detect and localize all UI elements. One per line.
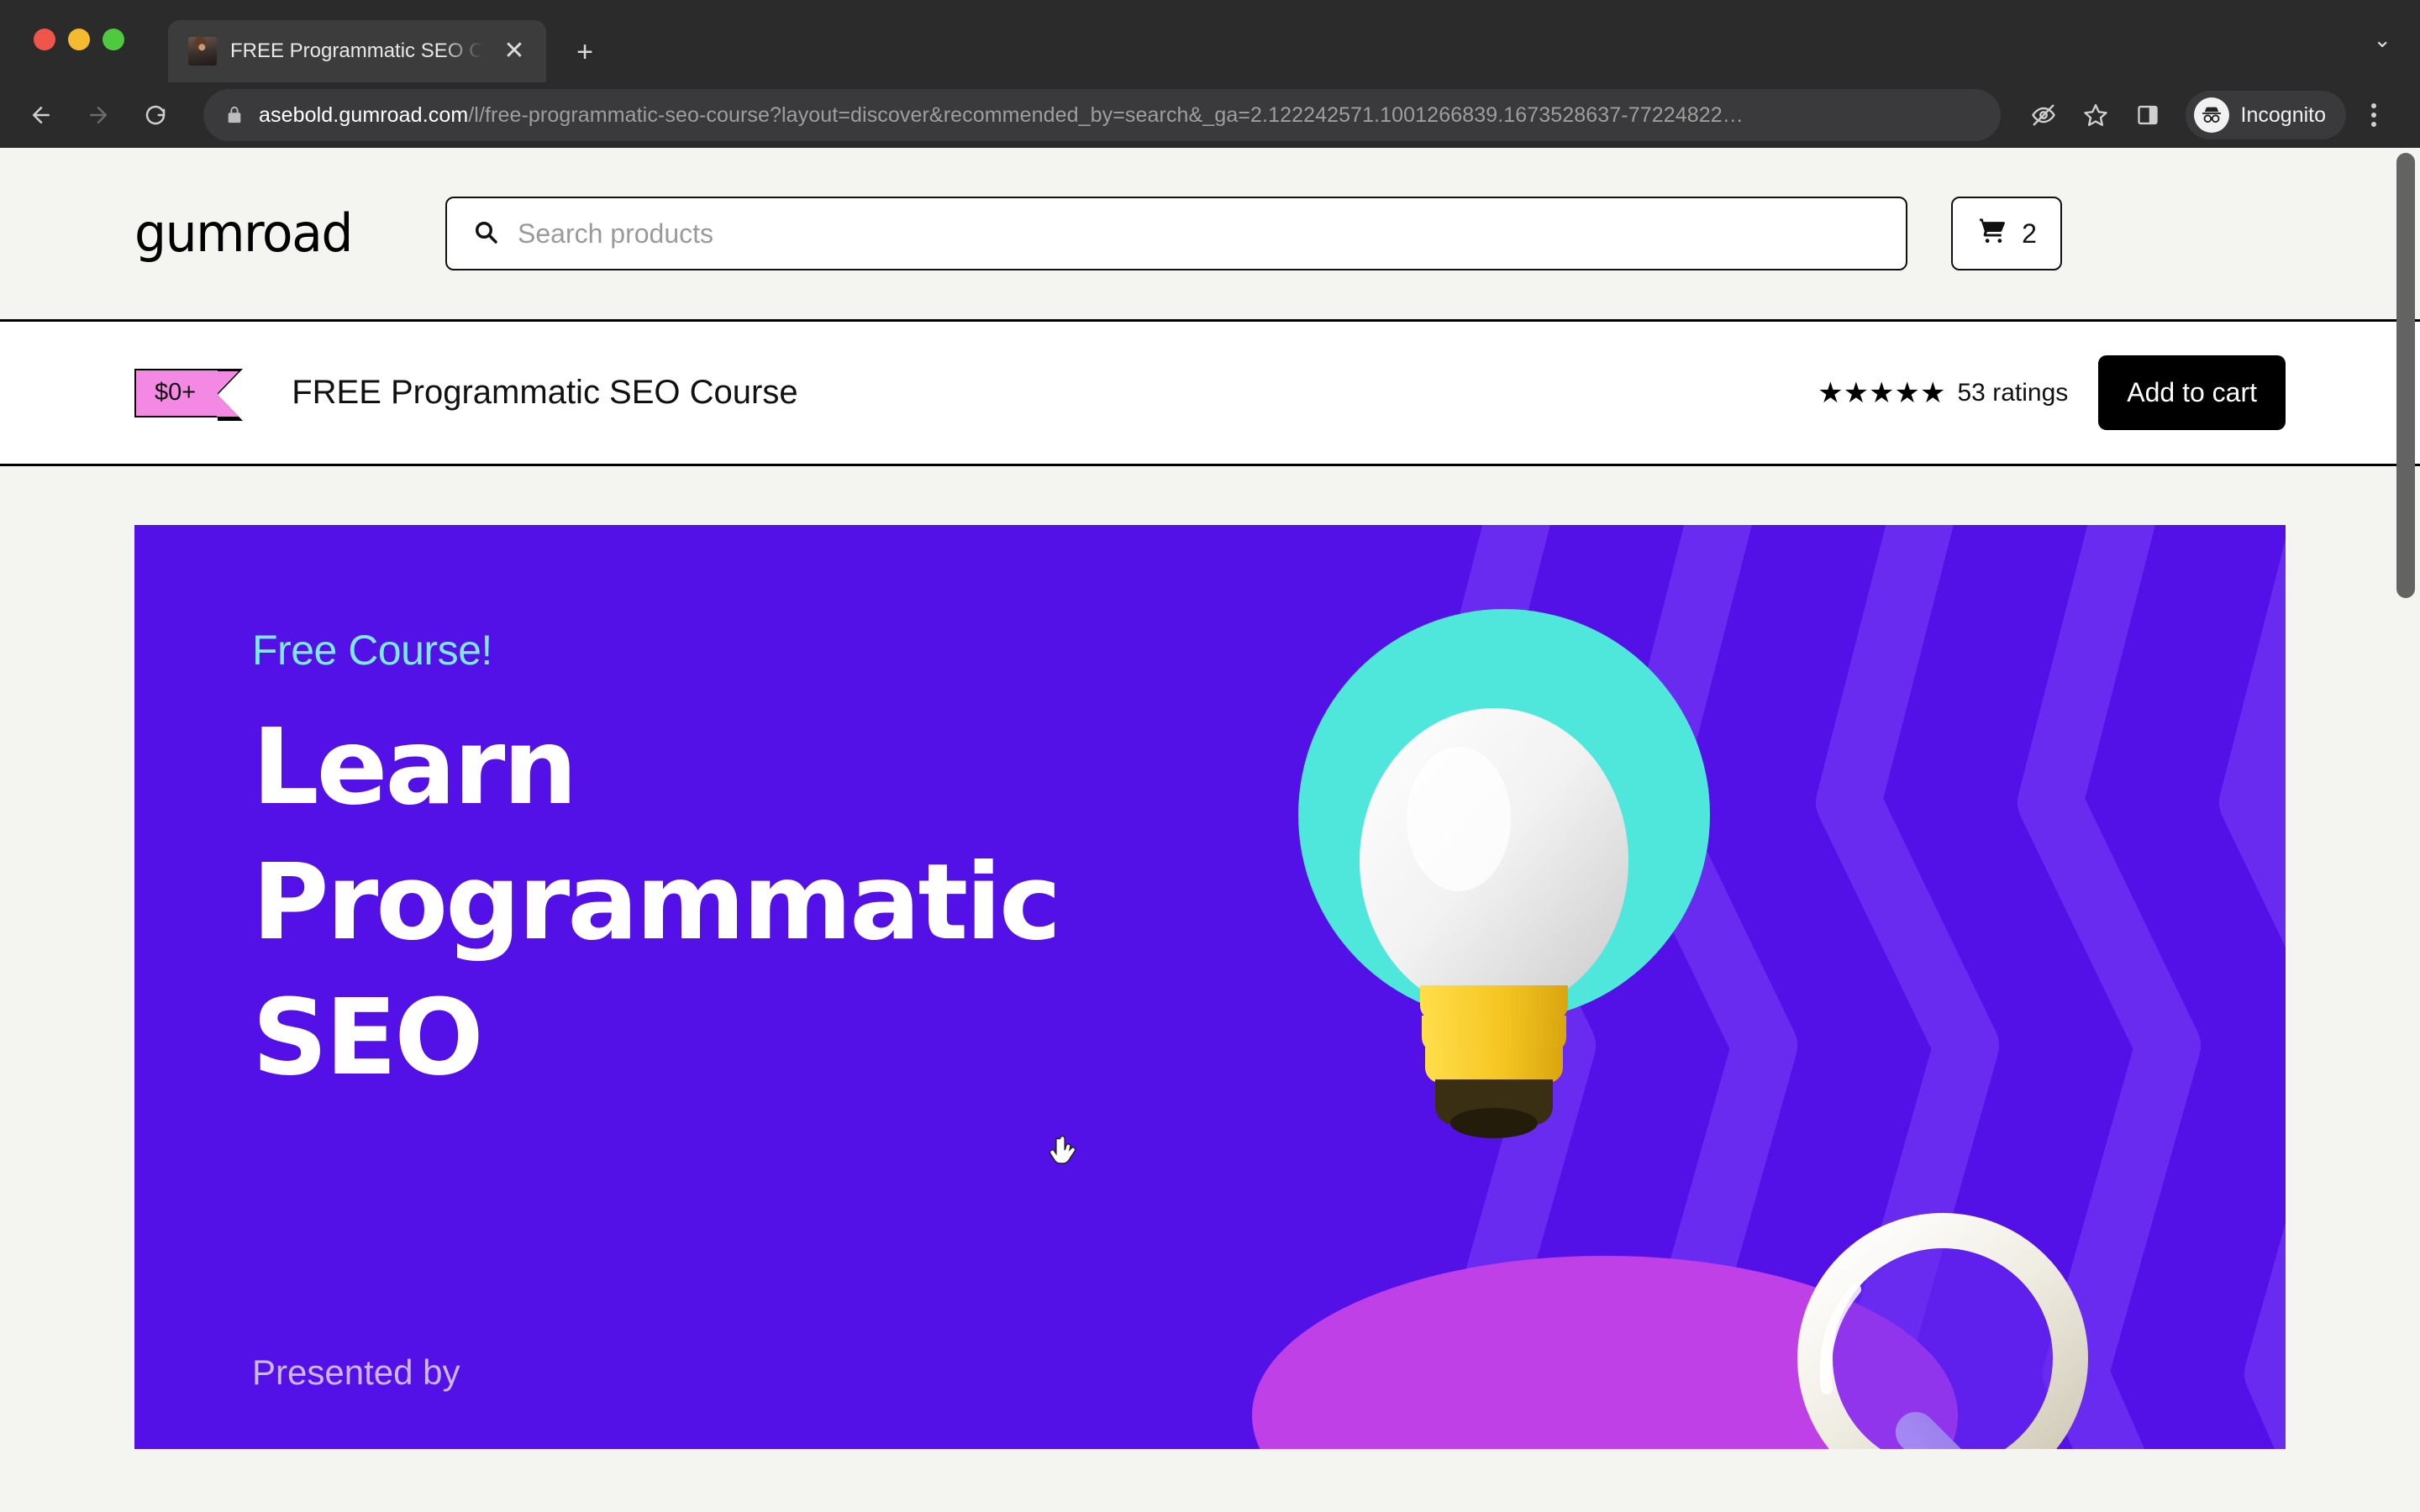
cart-count: 2 [2022,218,2037,249]
product-title: FREE Programmatic SEO Course [292,374,798,411]
hero-headline-line-3: SEO [252,977,484,1099]
tab-search-chevron-down-icon[interactable]: ⌄ [2373,29,2391,50]
minimize-window-button[interactable] [68,29,90,50]
rating-stars: ★★★★★ [1818,376,1946,409]
hero-headline: Learn Programmatic SEO [252,706,1061,1099]
maximize-window-button[interactable] [103,29,124,50]
product-rating: ★★★★★ 53 ratings [1818,379,2068,407]
forward-arrow-icon[interactable] [72,89,124,141]
search-icon [472,218,499,249]
tracking-protection-icon[interactable] [2019,91,2068,139]
url-host: asebold.gumroad.com [259,102,469,127]
gumroad-logo[interactable]: gumroad [134,203,420,265]
add-to-cart-button[interactable]: Add to cart [2098,355,2286,430]
window-traffic-lights [34,29,124,50]
shopping-cart-icon [1976,214,2008,253]
url-path: /l/free-programmatic-seo-course?layout=d… [468,102,1744,127]
hero-headline-line-1: Learn [252,706,577,828]
price-tag-badge: $0+ [134,368,244,421]
lightbulb-illustration [1298,609,1710,1138]
hero-presented-by-label: Presented by [252,1352,460,1392]
back-arrow-icon[interactable] [15,89,67,141]
lock-icon [225,106,244,124]
browser-tab[interactable]: FREE Programmatic SEO Cours ✕ [168,20,546,82]
hero-headline-line-2: Programmatic [252,842,1061,963]
page-scrollbar-thumb[interactable] [2396,153,2415,598]
reload-icon[interactable] [129,89,182,141]
side-panel-icon[interactable] [2123,91,2172,139]
cart-button[interactable]: 2 [1951,197,2062,270]
browser-toolbar: asebold.gumroad.com/l/free-programmatic-… [0,82,2420,148]
magnifying-glass-illustration [1797,1213,2088,1449]
close-tab-icon[interactable]: ✕ [496,33,533,70]
hero-text-block: Free Course! Learn Programmatic SEO [252,626,1061,1121]
product-action-bar: $0+ FREE Programmatic SEO Course ★★★★★ 5… [0,322,2420,466]
hero-banner: Free Course! Learn Programmatic SEO Pres… [134,525,2286,1449]
mouse-cursor-pointer-icon [1049,1135,1076,1164]
url-text: asebold.gumroad.com/l/free-programmatic-… [259,103,1744,128]
search-input[interactable] [518,218,1881,249]
search-box[interactable] [445,197,1907,270]
gumroad-site-header: gumroad 2 [0,148,2420,322]
hero-kicker: Free Course! [252,627,492,674]
incognito-icon [2193,97,2229,133]
new-tab-icon[interactable]: + [566,34,603,71]
tab-favicon-icon [188,37,217,66]
tab-title: FREE Programmatic SEO Cours [230,39,482,62]
close-window-button[interactable] [34,29,55,50]
tabs-container: FREE Programmatic SEO Cours ✕ + [168,0,603,82]
bookmark-star-icon[interactable] [2071,91,2120,139]
browser-tab-strip: FREE Programmatic SEO Cours ✕ + ⌄ [0,0,2420,82]
page-viewport: gumroad 2 $0+ FREE Programmatic SEO Cour… [0,148,2420,1512]
incognito-label: Incognito [2240,102,2326,127]
browser-menu-icon[interactable] [2349,91,2398,139]
incognito-profile-button[interactable]: Incognito [2185,91,2346,139]
hero-section: Free Course! Learn Programmatic SEO Pres… [0,466,2420,1449]
address-bar[interactable]: asebold.gumroad.com/l/free-programmatic-… [203,89,2001,141]
browser-window: FREE Programmatic SEO Cours ✕ + ⌄ asebol… [0,0,2420,1512]
rating-count-label: 53 ratings [1957,378,2069,407]
toolbar-icon-group: Incognito [2019,91,2398,139]
